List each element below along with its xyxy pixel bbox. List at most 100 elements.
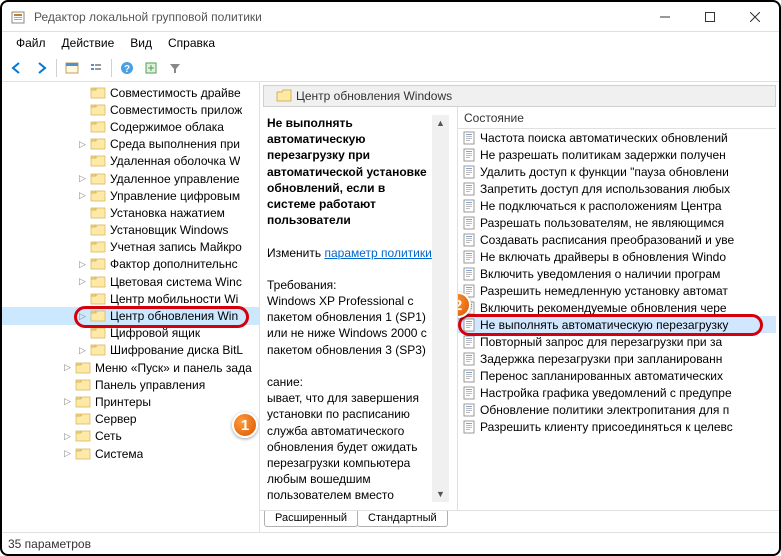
policy-item[interactable]: Включить рекомендуемые обновления чере	[458, 299, 776, 316]
desc-scrollbar[interactable]: ▲ ▼	[432, 115, 449, 502]
policy-label: Создавать расписания преобразований и ув…	[480, 233, 734, 247]
policy-item[interactable]: Частота поиска автоматических обновлений	[458, 129, 776, 146]
tree-item[interactable]: ▷Шифрование диска BitL	[2, 342, 259, 359]
policy-item[interactable]: Перенос запланированных автоматических	[458, 367, 776, 384]
tab-standard[interactable]: Стандартный	[357, 511, 448, 527]
policy-item[interactable]: Удалить доступ к функции "пауза обновлен…	[458, 163, 776, 180]
policy-item[interactable]: Разрешать пользователям, не являющимся	[458, 214, 776, 231]
expander-icon[interactable]: ▷	[77, 345, 88, 356]
folder-icon	[90, 172, 106, 186]
policy-item[interactable]: Задержка перезагрузки при запланированн	[458, 350, 776, 367]
tree-item[interactable]: ▷Система	[2, 445, 259, 462]
tree-item[interactable]: ▷Меню «Пуск» и панель зада	[2, 359, 259, 376]
tabs: Расширенный Стандартный	[260, 510, 779, 532]
tree-label: Установка нажатием	[110, 206, 225, 220]
tree-label: Цветовая система Winc	[110, 275, 242, 289]
folder-icon	[90, 154, 106, 168]
expander-icon[interactable]: ▷	[62, 431, 73, 442]
tree-item[interactable]: Сервер	[2, 411, 259, 428]
policy-item[interactable]: Включить уведомления о наличии програм	[458, 265, 776, 282]
filter-button[interactable]	[164, 57, 186, 79]
policy-label: Не разрешать политикам задержки получен	[480, 148, 726, 162]
expander-icon[interactable]: ▷	[62, 362, 73, 373]
tree-item[interactable]: ▷Среда выполнения при	[2, 136, 259, 153]
tree-item[interactable]: Удаленная оболочка W	[2, 153, 259, 170]
expander-icon	[77, 104, 88, 115]
policy-item[interactable]: Повторный запрос для перезагрузки при за	[458, 333, 776, 350]
tree-label: Центр обновления Win	[110, 309, 238, 323]
tree-item[interactable]: Установщик Windows	[2, 222, 259, 239]
tree-item[interactable]: ▷Удаленное управление	[2, 170, 259, 187]
policy-label: Не выполнять автоматическую перезагрузку	[480, 318, 728, 332]
folder-icon	[90, 103, 106, 117]
menu-help[interactable]: Справка	[160, 34, 223, 52]
tree-pane: Совместимость драйвеСовместимость прилож…	[2, 82, 260, 532]
expander-icon[interactable]: ▷	[77, 139, 88, 150]
expander-icon[interactable]: ▷	[77, 190, 88, 201]
tree-item[interactable]: Учетная запись Майкро	[2, 239, 259, 256]
policy-item[interactable]: Разрешить немедленную установку автомат	[458, 282, 776, 299]
export-button[interactable]	[140, 57, 162, 79]
folder-icon	[90, 275, 106, 289]
policy-item[interactable]: Обновление политики электропитания для п	[458, 401, 776, 418]
policy-icon	[462, 267, 476, 281]
tree-item[interactable]: Установка нажатием	[2, 204, 259, 221]
tree-item[interactable]: ▷Фактор дополнительнс	[2, 256, 259, 273]
policy-icon	[462, 182, 476, 196]
folder-icon	[90, 189, 106, 203]
folder-icon	[90, 240, 106, 254]
policy-label: Перенос запланированных автоматических	[480, 369, 723, 383]
tree-item[interactable]: ▷ Центр обновления Win	[2, 307, 259, 324]
properties-button[interactable]	[61, 57, 83, 79]
policy-item[interactable]: Создавать расписания преобразований и ув…	[458, 231, 776, 248]
description-text: ывает, что для завершения установки по р…	[267, 390, 432, 502]
tree-item[interactable]: ▷ Принтеры	[2, 393, 259, 410]
edit-link[interactable]: параметр политики	[324, 246, 431, 260]
menu-action[interactable]: Действие	[54, 34, 123, 52]
list-col-header[interactable]: Состояние	[458, 107, 776, 129]
app-icon	[10, 9, 26, 25]
content: Совместимость драйвеСовместимость прилож…	[2, 82, 779, 532]
menubar: Файл Действие Вид Справка	[2, 32, 779, 54]
expander-icon[interactable]: ▷	[62, 448, 73, 459]
maximize-button[interactable]	[687, 2, 732, 32]
menu-view[interactable]: Вид	[122, 34, 160, 52]
tree-item[interactable]: ▷ Цветовая система Winc	[2, 273, 259, 290]
tab-extended[interactable]: Расширенный	[264, 511, 358, 527]
minimize-button[interactable]	[642, 2, 687, 32]
tree-item[interactable]: ▷Управление цифровым	[2, 187, 259, 204]
tree-item[interactable]: Совместимость прилож	[2, 101, 259, 118]
policy-icon	[462, 148, 476, 162]
forward-button[interactable]	[30, 57, 52, 79]
menu-file[interactable]: Файл	[8, 34, 54, 52]
help-button[interactable]: ?	[116, 57, 138, 79]
back-button[interactable]	[6, 57, 28, 79]
tree-item[interactable]: Совместимость драйве	[2, 84, 259, 101]
tree-item[interactable]: ▷Сеть	[2, 428, 259, 445]
policy-item[interactable]: Не выполнять автоматическую перезагрузку	[458, 316, 776, 333]
policy-icon	[462, 369, 476, 383]
list-button[interactable]	[85, 57, 107, 79]
tree-item[interactable]: Цифровой ящик	[2, 325, 259, 342]
close-button[interactable]	[732, 2, 777, 32]
policy-item[interactable]: Не подключаться к расположениям Центра	[458, 197, 776, 214]
expander-icon[interactable]: ▷	[77, 311, 88, 322]
folder-icon	[75, 429, 91, 443]
tree-item[interactable]: Центр мобильности Wi	[2, 290, 259, 307]
expander-icon[interactable]: ▷	[77, 259, 88, 270]
tree-item[interactable]: Содержимое облака	[2, 118, 259, 135]
tree-label: Совместимость драйве	[110, 86, 241, 100]
tree-label: Принтеры	[95, 395, 151, 409]
policy-icon	[462, 165, 476, 179]
tree-label: Сервер	[95, 412, 137, 426]
policy-item[interactable]: Настройка графика уведомлений с предупре	[458, 384, 776, 401]
expander-icon[interactable]: ▷	[77, 276, 88, 287]
folder-icon	[90, 326, 106, 340]
policy-item[interactable]: Не включать драйверы в обновления Windo	[458, 248, 776, 265]
tree-item[interactable]: Панель управления	[2, 376, 259, 393]
expander-icon[interactable]: ▷	[77, 173, 88, 184]
policy-item[interactable]: Запретить доступ для использования любых	[458, 180, 776, 197]
policy-item[interactable]: Разрешить клиенту присоединяться к целев…	[458, 418, 776, 435]
expander-icon[interactable]: ▷	[62, 396, 73, 407]
policy-item[interactable]: Не разрешать политикам задержки получен	[458, 146, 776, 163]
